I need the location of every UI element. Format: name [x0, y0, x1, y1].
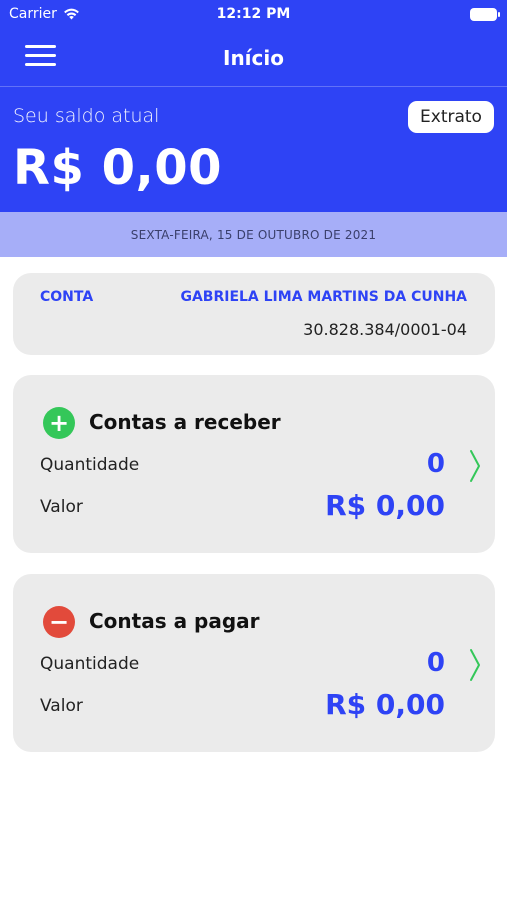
payables-title: Contas a pagar — [89, 609, 260, 633]
page-title: Início — [223, 46, 284, 70]
account-holder-name: GABRIELA LIMA MARTINS DA CUNHA — [180, 289, 467, 305]
receivables-title: Contas a receber — [89, 410, 281, 434]
battery-icon — [470, 8, 500, 21]
balance-value: R$ 0,00 — [13, 140, 222, 196]
payables-value-label: Valor — [40, 696, 83, 716]
receivables-quantity-value: 0 — [426, 449, 445, 479]
date-banner: SEXTA-FEIRA, 15 DE OUTUBRO DE 2021 — [0, 212, 507, 257]
nav-divider — [0, 86, 507, 87]
balance-label: Seu saldo atual — [13, 105, 160, 127]
account-label: CONTA — [40, 289, 94, 305]
status-bar: Carrier 12:12 PM — [0, 0, 507, 30]
payables-quantity-label: Quantidade — [40, 654, 140, 674]
minus-circle-icon: − — [43, 606, 75, 638]
plus-circle-icon: + — [43, 407, 75, 439]
chevron-right-icon[interactable] — [467, 648, 483, 682]
receivables-value-amount: R$ 0,00 — [325, 489, 445, 522]
status-time: 12:12 PM — [216, 6, 291, 22]
receivables-quantity-label: Quantidade — [40, 455, 140, 475]
chevron-right-icon[interactable] — [467, 449, 483, 483]
extrato-button[interactable]: Extrato — [408, 101, 494, 133]
receivables-value-label: Valor — [40, 497, 83, 517]
payables-card[interactable]: − Contas a pagar Quantidade 0 Valor R$ 0… — [13, 574, 495, 752]
payables-value-amount: R$ 0,00 — [325, 688, 445, 721]
navigation-bar: Início — [0, 30, 507, 86]
receivables-card[interactable]: + Contas a receber Quantidade 0 Valor R$… — [13, 375, 495, 553]
account-card: CONTA GABRIELA LIMA MARTINS DA CUNHA 30.… — [13, 273, 495, 355]
account-document-number: 30.828.384/0001-04 — [303, 320, 467, 339]
payables-quantity-value: 0 — [426, 648, 445, 678]
